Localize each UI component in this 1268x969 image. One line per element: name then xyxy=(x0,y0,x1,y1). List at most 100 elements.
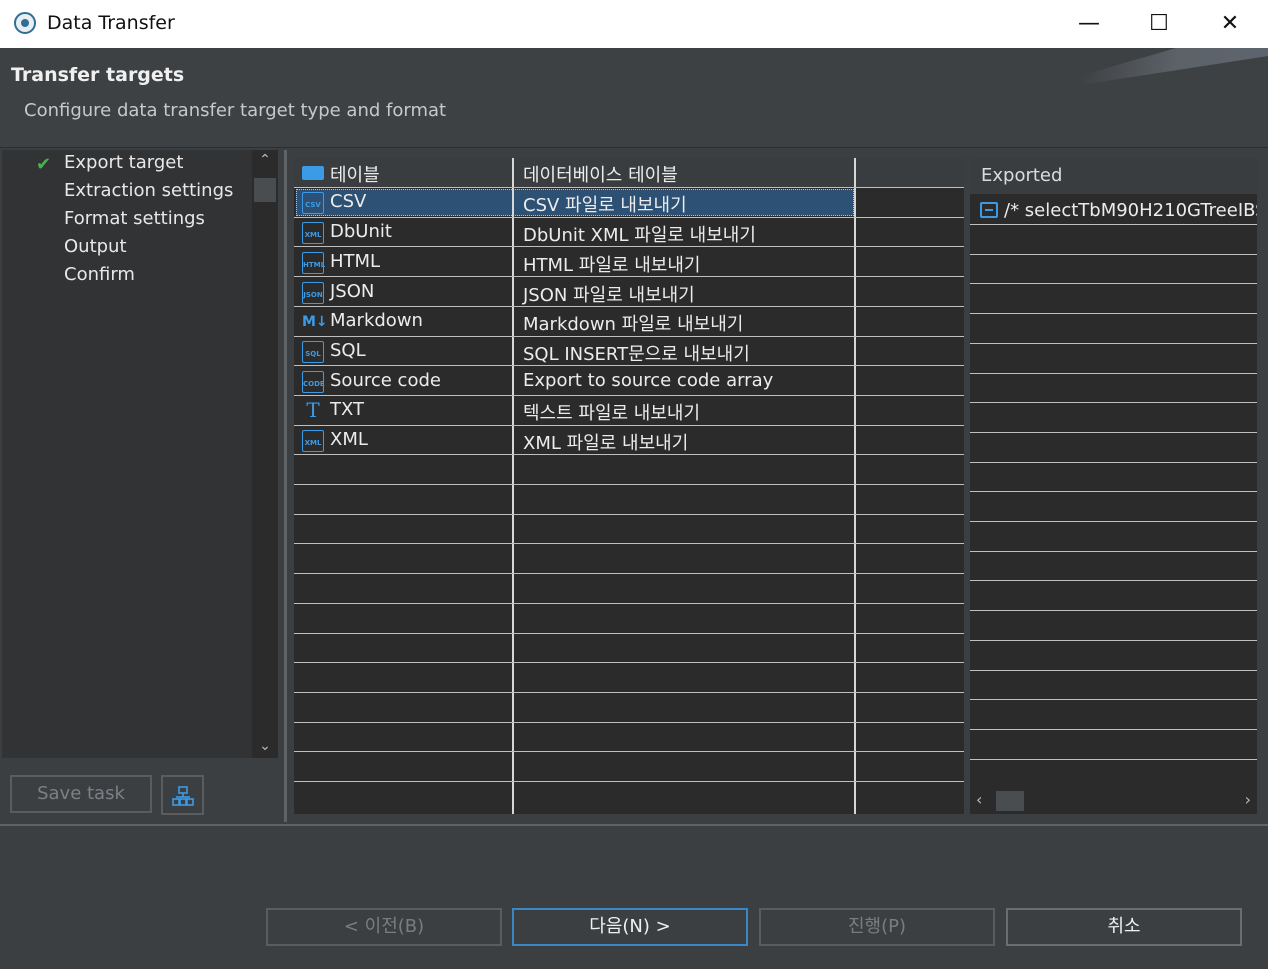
row-description: Markdown 파일로 내보내기 xyxy=(523,314,744,335)
row-divider xyxy=(970,313,1257,314)
header-decoration xyxy=(1038,48,1268,88)
row-divider xyxy=(970,759,1257,760)
table-header-description[interactable]: 데이터베이스 테이블 xyxy=(523,161,678,187)
step-format-settings[interactable]: Format settings xyxy=(64,208,205,229)
row-divider xyxy=(294,365,964,366)
row-name: JSON xyxy=(330,281,375,302)
row-divider xyxy=(294,514,964,515)
row-divider xyxy=(970,462,1257,463)
minimize-button[interactable]: — xyxy=(1066,6,1112,42)
divider xyxy=(0,147,1268,148)
row-name: HTML xyxy=(330,251,381,272)
row-divider xyxy=(970,402,1257,403)
html-file-icon: HTML xyxy=(302,252,325,274)
row-divider xyxy=(294,722,964,723)
step-confirm[interactable]: Confirm xyxy=(64,264,135,285)
row-description: XML 파일로 내보내기 xyxy=(523,433,689,454)
close-button[interactable]: ✕ xyxy=(1207,6,1253,42)
row-divider xyxy=(970,491,1257,492)
exported-header: Exported xyxy=(970,158,1257,194)
row-description: DbUnit XML 파일로 내보내기 xyxy=(523,225,756,246)
sql-file-icon: SQL xyxy=(302,341,324,363)
chevron-up-icon[interactable]: ⌃ xyxy=(252,152,278,168)
row-name: TXT xyxy=(330,399,365,420)
row-divider xyxy=(970,283,1257,284)
csv-file-icon: CSV xyxy=(302,192,324,214)
code-file-icon: CODE xyxy=(302,371,325,393)
app-logo-icon xyxy=(14,12,36,34)
task-tree-button[interactable] xyxy=(161,775,204,815)
row-divider xyxy=(294,692,964,693)
row-divider xyxy=(294,246,964,247)
row-divider xyxy=(970,670,1257,671)
step-export-target[interactable]: Export target xyxy=(64,152,183,173)
task-tree-icon xyxy=(172,786,194,806)
page-subtitle: Configure data transfer target type and … xyxy=(24,100,447,121)
next-button[interactable]: 다음(N) > xyxy=(512,908,748,946)
exported-header-label: Exported xyxy=(981,165,1063,186)
page-header: Transfer targets Configure data transfer… xyxy=(0,48,1268,148)
xml-file-icon: XML xyxy=(302,430,324,452)
query-icon xyxy=(980,202,998,218)
step-output[interactable]: Output xyxy=(64,236,127,257)
row-name: XML xyxy=(330,429,368,450)
chevron-down-icon[interactable]: ⌄ xyxy=(252,738,278,754)
panel-splitter[interactable] xyxy=(284,150,287,822)
scrollbar-thumb[interactable] xyxy=(996,791,1024,811)
row-divider xyxy=(970,224,1257,225)
row-divider xyxy=(294,603,964,604)
table-icon xyxy=(302,166,324,180)
row-divider xyxy=(970,432,1257,433)
save-task-button[interactable]: Save task xyxy=(10,775,152,813)
column-divider xyxy=(854,158,856,814)
table-header-name[interactable]: 테이블 xyxy=(330,161,380,187)
row-divider xyxy=(294,276,964,277)
row-name: DbUnit xyxy=(330,221,392,242)
row-name: Markdown xyxy=(330,310,423,331)
cancel-button[interactable]: 취소 xyxy=(1006,908,1242,946)
row-divider xyxy=(294,454,964,455)
row-name: SQL xyxy=(330,340,366,361)
row-description: JSON 파일로 내보내기 xyxy=(523,285,695,306)
maximize-button[interactable]: ☐ xyxy=(1136,6,1182,42)
exported-horizontal-scrollbar[interactable]: ‹ › xyxy=(970,788,1257,814)
window-title: Data Transfer xyxy=(47,12,175,34)
check-icon: ✔ xyxy=(36,154,52,175)
row-name: CSV xyxy=(330,191,367,212)
scrollbar-thumb[interactable] xyxy=(254,178,276,202)
row-divider xyxy=(970,254,1257,255)
row-divider xyxy=(970,610,1257,611)
row-divider xyxy=(970,640,1257,641)
chevron-left-icon[interactable]: ‹ xyxy=(976,790,982,809)
json-file-icon: JSON xyxy=(302,282,324,304)
column-divider xyxy=(512,158,514,814)
row-divider xyxy=(294,306,964,307)
row-divider xyxy=(970,343,1257,344)
row-description: HTML 파일로 내보내기 xyxy=(523,255,701,276)
row-divider xyxy=(294,395,964,396)
page-title: Transfer targets xyxy=(11,64,185,86)
row-divider xyxy=(294,425,964,426)
row-divider xyxy=(294,187,964,188)
exported-panel: Exported /* selectTbM90H210GTreeIBSI ‹ › xyxy=(970,158,1257,814)
back-button[interactable]: < 이전(B) xyxy=(266,908,502,946)
steps-scrollbar[interactable]: ⌃ ⌄ xyxy=(252,150,278,758)
step-label: Export target xyxy=(64,152,184,173)
wizard-steps-list: Export target ✔ Extraction settings Form… xyxy=(2,150,252,758)
exported-item[interactable]: /* selectTbM90H210GTreeIBSI xyxy=(980,200,1257,221)
chevron-right-icon[interactable]: › xyxy=(1245,790,1251,809)
row-description: CSV 파일로 내보내기 xyxy=(523,195,687,216)
row-divider xyxy=(294,751,964,752)
exported-item-label: /* selectTbM90H210GTreeIBSI xyxy=(1004,200,1257,221)
row-divider xyxy=(970,699,1257,700)
row-divider xyxy=(294,781,964,782)
step-extraction-settings[interactable]: Extraction settings xyxy=(64,180,233,201)
row-divider xyxy=(294,217,964,218)
row-divider xyxy=(294,543,964,544)
row-divider xyxy=(294,633,964,634)
row-divider xyxy=(294,484,964,485)
row-divider xyxy=(294,573,964,574)
proceed-button[interactable]: 진행(P) xyxy=(759,908,995,946)
row-divider xyxy=(970,580,1257,581)
row-description: Export to source code array xyxy=(523,370,774,391)
